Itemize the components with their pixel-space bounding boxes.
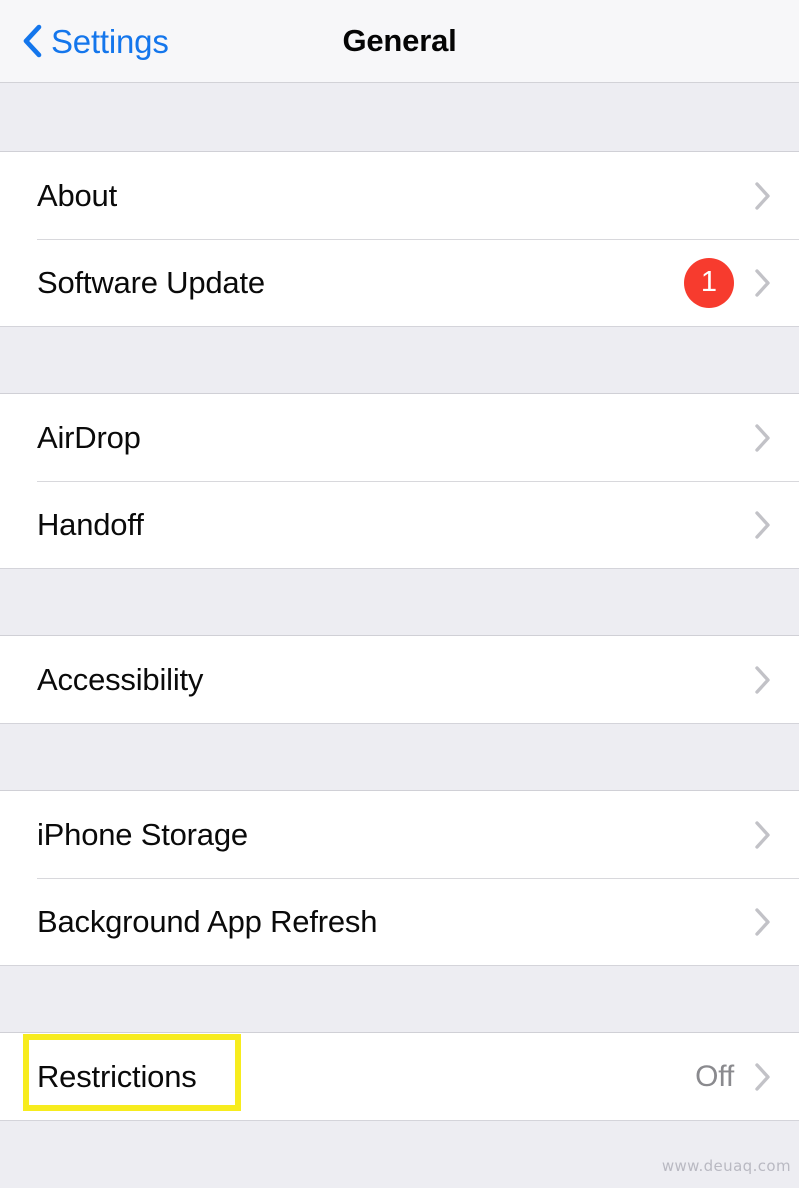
page-title: General: [342, 23, 457, 58]
chevron-right-icon: [755, 181, 770, 210]
settings-list: About Software Update 1 AirDrop Handoff …: [0, 83, 799, 1188]
list-item-accessory: [754, 423, 771, 453]
section-gap: [0, 326, 799, 394]
status-badge: 1: [684, 257, 734, 308]
chevron-right-icon: [755, 510, 770, 539]
list-item-about[interactable]: About: [0, 152, 799, 239]
list-item-accessory: [754, 181, 771, 211]
list-item-accessory: [754, 510, 771, 540]
chevron-right-icon: [755, 665, 770, 694]
navigation-bar: Settings General: [0, 0, 799, 83]
settings-section-5: Restrictions Off: [0, 1033, 799, 1120]
list-item-accessory: [754, 820, 771, 850]
list-item-label: Handoff: [37, 506, 144, 542]
list-item-label: Background App Refresh: [37, 903, 378, 939]
list-item-label: Software Update: [37, 264, 265, 300]
settings-section-4: iPhone Storage Background App Refresh: [0, 791, 799, 965]
chevron-right-icon: [755, 907, 770, 936]
section-gap-bottom: [0, 1120, 799, 1188]
section-gap: [0, 965, 799, 1033]
list-item-label: AirDrop: [37, 419, 141, 455]
list-item-accessory: [754, 907, 771, 937]
list-item-accessory: 1: [684, 257, 771, 308]
list-item-accessory: [754, 665, 771, 695]
settings-section-2: AirDrop Handoff: [0, 394, 799, 568]
section-gap: [0, 723, 799, 791]
section-gap: [0, 568, 799, 636]
chevron-right-icon: [755, 820, 770, 849]
chevron-right-icon: [755, 423, 770, 452]
list-item-label: iPhone Storage: [37, 816, 248, 852]
list-item-airdrop[interactable]: AirDrop: [0, 394, 799, 481]
settings-section-1: About Software Update 1: [0, 152, 799, 326]
list-item-accessory: Off: [695, 1060, 771, 1094]
list-item-label: Accessibility: [37, 661, 204, 697]
chevron-right-icon: [755, 1062, 770, 1091]
list-item-restrictions[interactable]: Restrictions Off: [0, 1033, 799, 1120]
list-item-background-app-refresh[interactable]: Background App Refresh: [0, 878, 799, 965]
section-gap: [0, 83, 799, 152]
list-item-value: Off: [695, 1059, 734, 1093]
list-item-accessibility[interactable]: Accessibility: [0, 636, 799, 723]
list-item-handoff[interactable]: Handoff: [0, 481, 799, 568]
settings-section-3: Accessibility: [0, 636, 799, 723]
list-item-iphone-storage[interactable]: iPhone Storage: [0, 791, 799, 878]
watermark: www.deuaq.com: [661, 1157, 791, 1175]
list-item-software-update[interactable]: Software Update 1: [0, 239, 799, 326]
chevron-right-icon: [755, 268, 770, 297]
list-item-label: About: [37, 177, 118, 213]
list-item-label: Restrictions: [37, 1058, 197, 1094]
